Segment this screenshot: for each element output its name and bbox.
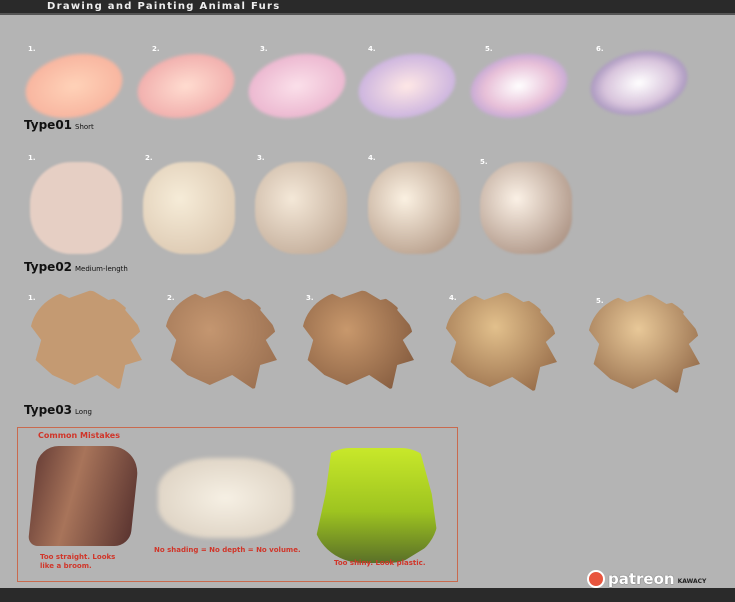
shiny-fur-example <box>313 448 438 563</box>
step-number: 1. <box>28 45 36 53</box>
step-number: 3. <box>260 45 268 53</box>
common-mistakes-panel: Common Mistakes Too straight. Looks like… <box>17 427 458 582</box>
step-number: 5. <box>480 158 488 166</box>
step-number: 2. <box>167 294 175 302</box>
fur-swatch <box>242 45 352 127</box>
step-number: 4. <box>449 294 457 302</box>
step-number: 2. <box>145 154 153 162</box>
mistake-caption: No shading = No depth = No volume. <box>154 546 301 554</box>
fur-swatch <box>480 162 572 254</box>
title-bar: Drawing and Painting Animal Furs <box>0 0 735 15</box>
fur-swatch <box>588 294 700 394</box>
step-number: 1. <box>28 154 36 162</box>
step-number: 1. <box>28 294 36 302</box>
step-number: 3. <box>306 294 314 302</box>
fur-swatch <box>445 292 557 392</box>
fur-swatch <box>30 290 142 390</box>
step-number: 5. <box>596 297 604 305</box>
step-number: 6. <box>596 45 604 53</box>
flat-fur-example <box>158 458 293 538</box>
mistake-caption: Too shiny. Look plastic. <box>334 559 426 567</box>
fur-swatch <box>368 162 460 254</box>
step-number: 4. <box>368 45 376 53</box>
page-title: Drawing and Painting Animal Furs <box>47 1 281 12</box>
step-number: 2. <box>152 45 160 53</box>
mistakes-heading: Common Mistakes <box>38 431 120 440</box>
type-label: Type02 Medium-length <box>24 260 128 274</box>
fur-swatch <box>352 45 462 127</box>
step-number: 4. <box>368 154 376 162</box>
step-number: 5. <box>485 45 493 53</box>
fur-swatch <box>165 290 277 390</box>
bottom-bar <box>0 588 735 602</box>
fur-swatch <box>143 162 235 254</box>
patreon-icon <box>587 570 605 588</box>
fur-swatch <box>584 42 694 124</box>
patreon-logo: patreon KAWACY <box>587 570 706 588</box>
type-label: Type03 Long <box>24 403 92 417</box>
fur-swatch <box>302 290 414 390</box>
mistake-caption: Too straight. Looks like a broom. <box>40 553 116 570</box>
fur-swatch <box>464 45 574 127</box>
fur-swatch <box>30 162 122 254</box>
fur-swatch <box>131 45 241 127</box>
fur-swatch <box>255 162 347 254</box>
broom-fur-example <box>27 446 141 546</box>
type-label: Type01 Short <box>24 118 94 132</box>
fur-swatch <box>19 45 129 127</box>
step-number: 3. <box>257 154 265 162</box>
